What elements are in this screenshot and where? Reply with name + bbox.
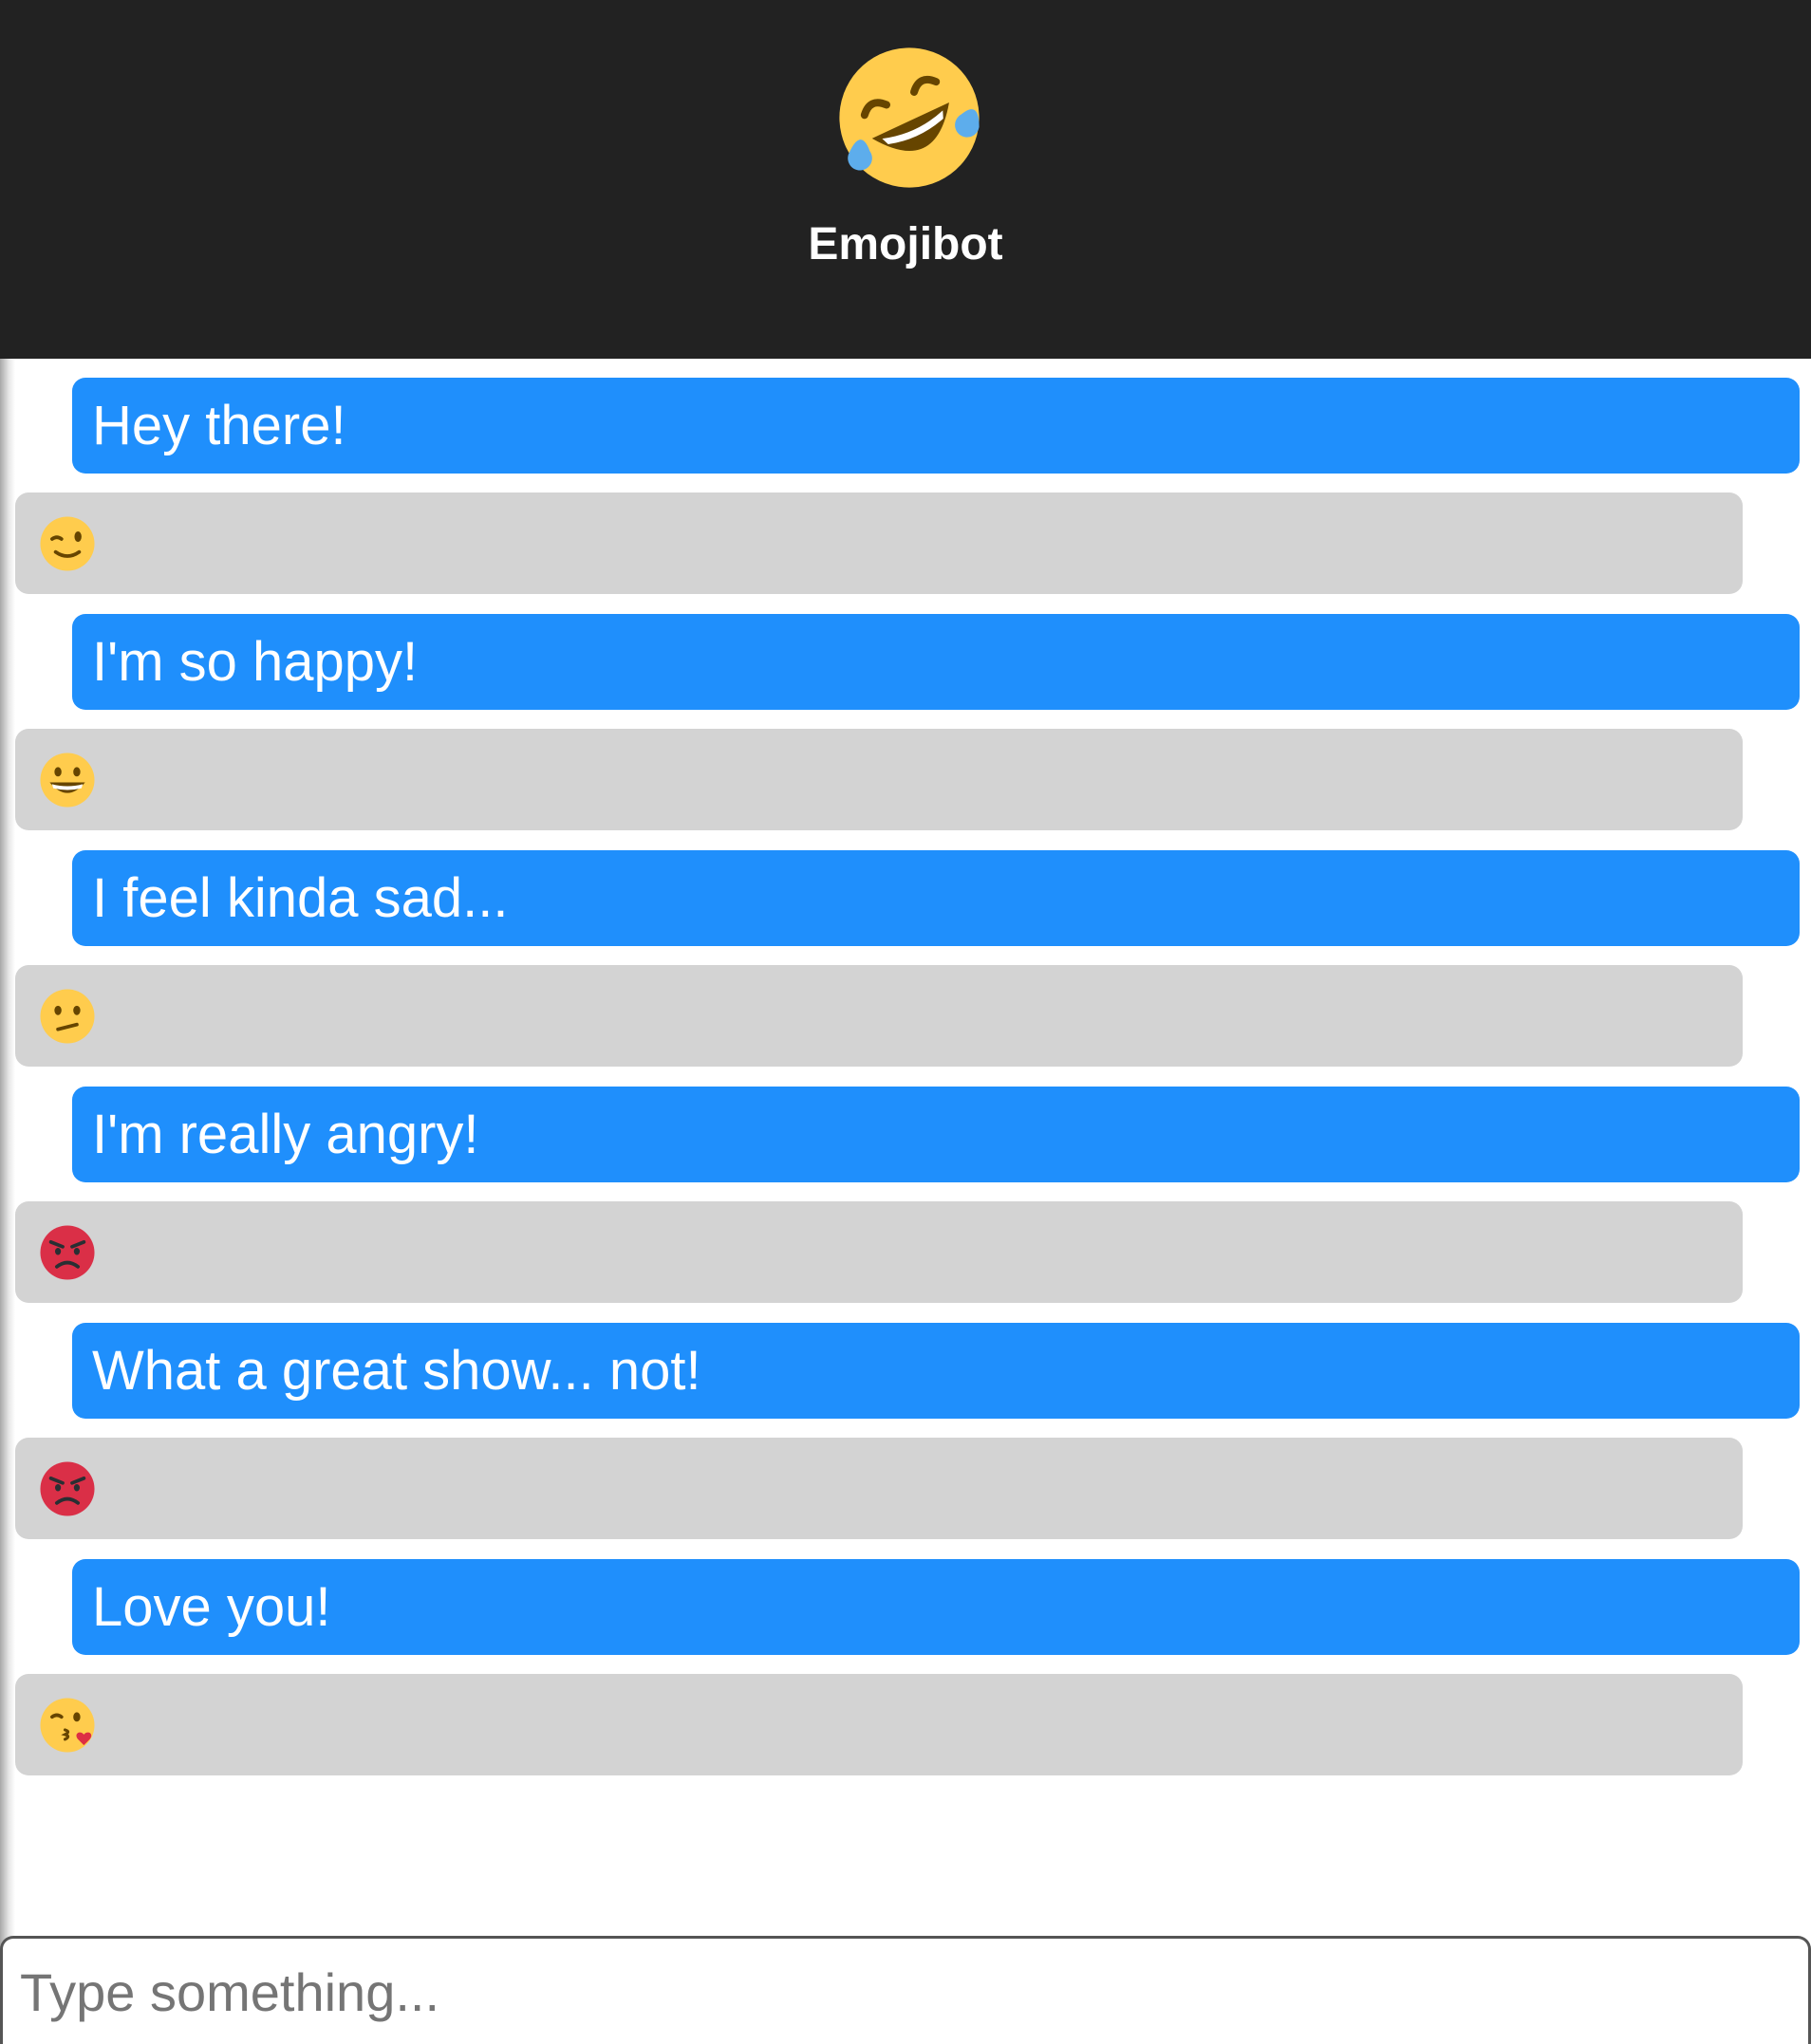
confused-face-icon (40, 989, 95, 1044)
header: Emojibot (0, 0, 1811, 359)
bot-message (15, 965, 1743, 1067)
bot-message (15, 1438, 1743, 1539)
composer (0, 1936, 1811, 2044)
winking-face-icon (40, 516, 95, 571)
angry-face-icon (40, 1461, 95, 1516)
user-message: I'm really angry! (72, 1087, 1800, 1182)
bot-message (15, 492, 1743, 594)
user-message: What a great show... not! (72, 1323, 1800, 1419)
rolling-on-floor-laughing-icon (839, 47, 980, 188)
grinning-squinting-face-icon (40, 753, 95, 808)
chat-app: Emojibot Hey there! I'm so happy! I feel… (0, 0, 1811, 2044)
user-message: Love you! (72, 1559, 1800, 1655)
bot-message (15, 1201, 1743, 1303)
user-message: I'm so happy! (72, 614, 1800, 710)
user-message: Hey there! (72, 378, 1800, 474)
bot-message (15, 729, 1743, 830)
face-blowing-kiss-icon (40, 1698, 95, 1753)
message-list[interactable]: Hey there! I'm so happy! I feel kinda sa… (0, 359, 1811, 1934)
angry-face-icon (40, 1225, 95, 1280)
user-message: I feel kinda sad... (72, 850, 1800, 946)
message-input[interactable] (20, 1952, 1785, 2032)
bot-name-title: Emojibot (808, 219, 1003, 269)
bot-message (15, 1674, 1743, 1775)
